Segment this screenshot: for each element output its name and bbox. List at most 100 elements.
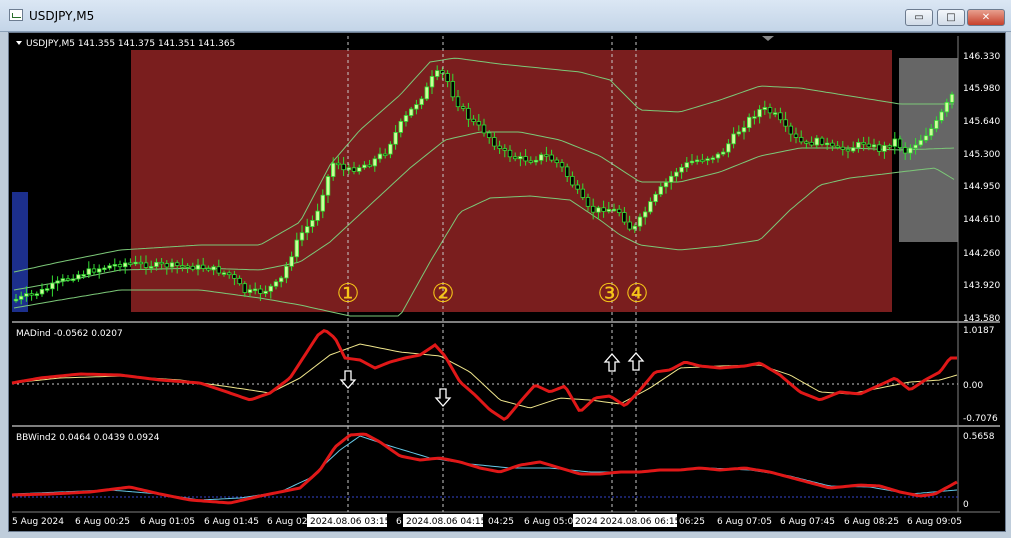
time-label: 6 Aug 07:45 [780, 517, 835, 527]
candle-body [211, 266, 216, 271]
candle-body [476, 121, 481, 126]
candle-body [278, 277, 284, 283]
candle-body [336, 162, 341, 166]
buy-arrow-icon [627, 352, 645, 371]
candle-body [102, 267, 107, 270]
candle-body [429, 76, 435, 88]
candle-body [29, 293, 34, 296]
candle-body [50, 282, 55, 290]
main-chart-header: USDJPY,M5 141.355 141.375 141.351 141.36… [26, 39, 235, 49]
candle-body [13, 298, 19, 302]
candle-body [424, 86, 429, 100]
candle-body [382, 153, 388, 156]
candle-body [356, 167, 362, 172]
candle-body [320, 194, 325, 212]
candle-body [91, 268, 97, 273]
candle-body [341, 163, 346, 171]
candle-body [299, 232, 305, 241]
candle-body [76, 274, 81, 280]
candle-body [710, 157, 715, 160]
candle-body [159, 261, 164, 265]
candle-body [388, 143, 393, 155]
sell-arrow-icon [339, 370, 357, 389]
candle-body [518, 156, 523, 160]
buy-arrow-icon [603, 353, 621, 372]
candle-body [408, 108, 414, 116]
candle-body [741, 127, 747, 133]
candle-body [24, 293, 29, 297]
candle-body [882, 145, 887, 152]
candle-body [164, 263, 169, 268]
candle-body [559, 162, 565, 168]
candle-body [767, 107, 773, 114]
candle-body [747, 116, 752, 128]
candle-body [788, 125, 793, 135]
candle-body [45, 288, 50, 291]
candle-body [684, 162, 689, 168]
candle-body [804, 141, 809, 144]
price-chart-canvas[interactable]: ① ② ③ ④ USDJPY,M5 141.355 141.375 141.35… [0, 0, 1011, 538]
candle-body [773, 112, 778, 115]
candle-body [617, 208, 622, 213]
candle-body [663, 181, 669, 188]
candle-body [393, 132, 398, 145]
price-tick: 143.580 [963, 314, 1000, 324]
candle-body [585, 197, 591, 207]
candle-body [128, 262, 133, 265]
candle-body [622, 212, 627, 223]
candle-body [39, 289, 45, 295]
candle-body [814, 137, 819, 146]
price-tick: 144.260 [963, 249, 1000, 259]
candle-body [148, 266, 154, 269]
candle-body [830, 142, 835, 147]
candle-body [819, 137, 825, 145]
time-label: 6 Aug 05:0 [524, 517, 574, 527]
candle-body [887, 145, 892, 148]
candle-body [793, 133, 799, 138]
madind-main-line [11, 329, 957, 422]
time-highlight-label: 2024.08.06 06:15 [600, 517, 680, 527]
candle-body [539, 154, 544, 161]
time-label: 6 Aug 01:05 [140, 517, 195, 527]
marker-1: ① [336, 279, 359, 309]
candle-body [757, 109, 762, 118]
candle-body [949, 93, 955, 103]
candle-body [575, 184, 580, 190]
price-tick: 144.950 [963, 182, 1000, 192]
candle-body [169, 262, 175, 268]
candle-body [731, 133, 736, 145]
candle-body [263, 290, 268, 294]
candle-body [273, 281, 279, 287]
candle-body [913, 144, 918, 149]
candle-body [247, 289, 253, 293]
candle-body [653, 193, 658, 203]
candle-body [840, 146, 845, 150]
candle-body [565, 166, 570, 177]
candle-body [939, 111, 944, 121]
candle-body [60, 278, 65, 282]
candle-body [845, 148, 851, 152]
candle-body [497, 145, 502, 149]
candle-body [232, 274, 237, 279]
candle-body [762, 107, 767, 110]
candle-body [549, 154, 554, 161]
candle-body [123, 262, 128, 268]
marker-4: ④ [625, 279, 648, 309]
candle-body [700, 159, 705, 162]
candle-body [445, 73, 450, 82]
candle-body [377, 153, 383, 160]
candle-body [81, 274, 86, 277]
candle-body [455, 96, 461, 108]
candle-body [721, 151, 726, 155]
bbwind-main-line [11, 432, 958, 505]
bbwind-tick: 0 [963, 500, 969, 510]
candle-body [715, 153, 721, 159]
marker-2: ② [431, 279, 454, 309]
candle-body [544, 154, 549, 157]
candle-body [523, 156, 528, 162]
candle-body [923, 135, 929, 141]
candle-body [174, 262, 180, 266]
candle-body [18, 295, 24, 300]
candle-body [726, 143, 731, 153]
candle-body [315, 210, 320, 221]
